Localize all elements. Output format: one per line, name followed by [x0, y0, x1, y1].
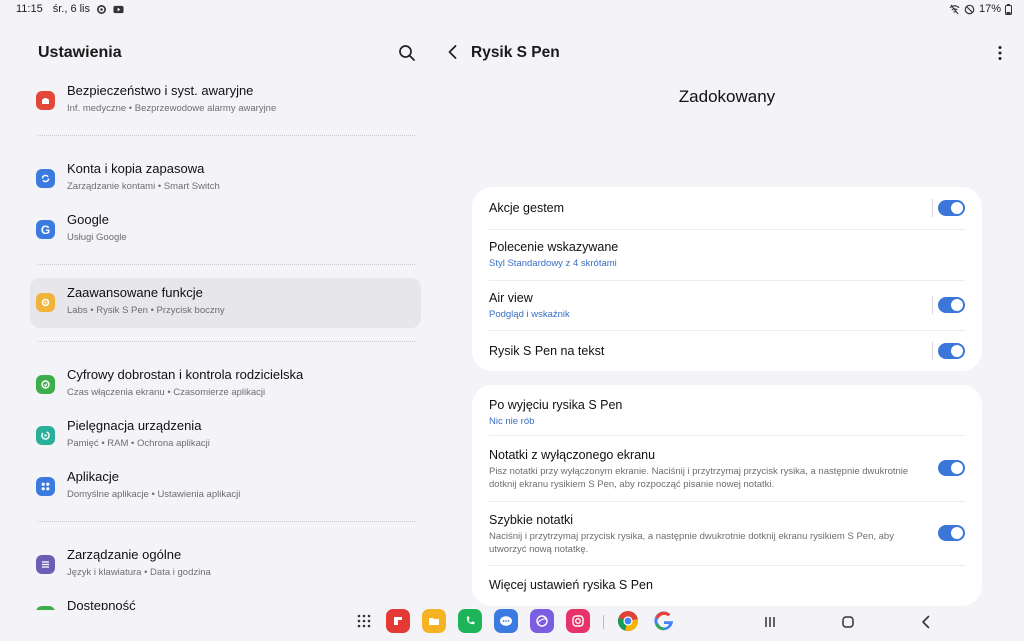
- more-options-icon[interactable]: [992, 44, 1008, 62]
- divider: [38, 135, 415, 136]
- settings-item-title: Bezpieczeństwo i syst. awaryjne: [67, 83, 254, 98]
- divider: [932, 199, 933, 217]
- page-title: Rysik S Pen: [471, 44, 560, 61]
- settings-item-title: Zarządzanie ogólne: [67, 547, 182, 562]
- spen-settings-card-1: Akcje gestem Polecenie wskazywane Styl S…: [472, 187, 982, 371]
- flipboard-icon[interactable]: [386, 609, 410, 633]
- settings-item-subtitle: Domyślne aplikacje • Ustawienia aplikacj…: [67, 489, 241, 500]
- setting-row-air-view[interactable]: Air view Podgląd i wskaźnik: [472, 280, 982, 330]
- advanced-features-icon: [36, 293, 55, 312]
- status-bar: 11:15 śr., 6 lis 17%: [0, 0, 1024, 20]
- battery-percent: 17%: [978, 3, 1001, 15]
- chrome-icon[interactable]: [616, 609, 640, 633]
- setting-row-gestures[interactable]: Akcje gestem: [472, 187, 982, 229]
- nav-back-icon[interactable]: [918, 614, 934, 630]
- setting-value: Podgląd i wskaźnik: [489, 309, 570, 320]
- pen-state-heading: Zadokowany: [678, 87, 776, 106]
- settings-item-wellbeing[interactable]: Cyfrowy dobrostan i kontrola rodzicielsk…: [30, 360, 421, 410]
- setting-row-air-command[interactable]: Polecenie wskazywane Styl Standardowy z …: [472, 229, 982, 280]
- settings-item-device-care[interactable]: Pielęgnacja urządzenia Pamięć • RAM • Oc…: [30, 411, 421, 461]
- divider: [38, 341, 415, 342]
- settings-item-safety[interactable]: Bezpieczeństwo i syst. awaryjne Inf. med…: [30, 76, 421, 126]
- setting-value: Nic nie rób: [489, 416, 535, 427]
- spen-settings-card-2: Po wyjęciu rysika S Pen Nic nie rób Nota…: [472, 385, 982, 606]
- setting-title: Szybkie notatki: [489, 513, 574, 527]
- camera-icon[interactable]: [566, 609, 590, 633]
- wifi-off-icon: [949, 4, 960, 14]
- internet-icon[interactable]: [530, 609, 554, 633]
- files-icon[interactable]: [422, 609, 446, 633]
- setting-title: Polecenie wskazywane: [489, 240, 619, 254]
- settings-item-title: Zaawansowane funkcje: [67, 285, 203, 300]
- screen-off-memo-toggle[interactable]: [938, 460, 965, 476]
- wellbeing-icon: [36, 375, 55, 394]
- gestures-toggle[interactable]: [938, 200, 965, 216]
- settings-item-title: Konta i kopia zapasowa: [67, 161, 205, 176]
- settings-item-subtitle: Pamięć • RAM • Ochrona aplikacji: [67, 438, 210, 449]
- status-date: śr., 6 lis: [52, 3, 91, 15]
- settings-item-subtitle: Język i klawiatura • Data i godzina: [67, 567, 211, 578]
- app-drawer-icon[interactable]: [352, 609, 376, 633]
- air-view-toggle[interactable]: [938, 297, 965, 313]
- settings-list-pane: Ustawienia Bezpieczeństwo i syst. awaryj…: [0, 20, 440, 610]
- do-not-disturb-icon: [964, 4, 975, 14]
- setting-description: Naciśnij i przytrzymaj przycisk rysika, …: [489, 531, 894, 555]
- youtube-notification-icon: [113, 5, 124, 13]
- google-app-icon[interactable]: [652, 609, 676, 633]
- setting-title: Air view: [489, 291, 533, 305]
- general-management-icon: [36, 555, 55, 574]
- settings-item-advanced-features[interactable]: Zaawansowane funkcje Labs • Rysik S Pen …: [30, 278, 421, 328]
- apps-icon: [36, 477, 55, 496]
- search-icon[interactable]: [396, 42, 418, 64]
- settings-item-accounts[interactable]: Konta i kopia zapasowa Zarządzanie konta…: [30, 154, 421, 204]
- settings-item-title: Pielęgnacja urządzenia: [67, 418, 202, 433]
- setting-title: Akcje gestem: [489, 201, 565, 215]
- setting-title: Więcej ustawień rysika S Pen: [489, 578, 653, 592]
- emergency-icon: [36, 91, 55, 110]
- settings-title: Ustawienia: [38, 44, 122, 61]
- setting-row-pen-to-text[interactable]: Rysik S Pen na tekst: [472, 330, 982, 371]
- taskbar-divider: [603, 615, 604, 629]
- divider: [38, 264, 415, 265]
- setting-title: Notatki z wyłączonego ekranu: [489, 448, 656, 462]
- settings-item-apps[interactable]: Aplikacje Domyślne aplikacje • Ustawieni…: [30, 462, 421, 512]
- setting-row-quick-notes[interactable]: Szybkie notatki Naciśnij i przytrzymaj p…: [472, 501, 982, 565]
- quick-notes-toggle[interactable]: [938, 525, 965, 541]
- recent-apps-icon[interactable]: [762, 614, 778, 630]
- google-icon: G: [36, 220, 55, 239]
- settings-item-title: Cyfrowy dobrostan i kontrola rodzicielsk…: [67, 367, 304, 382]
- status-time: 11:15: [16, 3, 43, 15]
- setting-row-screen-off-memo[interactable]: Notatki z wyłączonego ekranu Pisz notatk…: [472, 435, 982, 501]
- settings-item-subtitle: Zarządzanie kontami • Smart Switch: [67, 181, 220, 192]
- back-arrow-icon[interactable]: [444, 43, 462, 61]
- phone-icon[interactable]: [458, 609, 482, 633]
- settings-item-title: Aplikacje: [67, 469, 120, 484]
- home-icon[interactable]: [840, 614, 856, 630]
- sync-icon: [36, 169, 55, 188]
- setting-description: Pisz notatki przy wyłączonym ekranie. Na…: [489, 466, 909, 490]
- divider: [38, 521, 415, 522]
- settings-item-subtitle: Usługi Google: [67, 232, 127, 243]
- settings-item-subtitle: Labs • Rysik S Pen • Przycisk boczny: [67, 305, 225, 316]
- pen-to-text-toggle[interactable]: [938, 343, 965, 359]
- messages-icon[interactable]: [494, 609, 518, 633]
- battery-icon: [1005, 3, 1012, 15]
- setting-value: Styl Standardowy z 4 skrótami: [489, 258, 617, 269]
- divider: [932, 296, 933, 314]
- device-care-icon: [36, 426, 55, 445]
- taskbar: [0, 605, 1024, 641]
- settings-item-google[interactable]: G Google Usługi Google: [30, 205, 421, 255]
- setting-title: Rysik S Pen na tekst: [489, 344, 605, 358]
- divider: [932, 342, 933, 360]
- settings-item-general-management[interactable]: Zarządzanie ogólne Język i klawiatura • …: [30, 540, 421, 590]
- settings-item-subtitle: Czas włączenia ekranu • Czasomierze apli…: [67, 387, 266, 398]
- setting-row-when-removed[interactable]: Po wyjęciu rysika S Pen Nic nie rób: [472, 385, 982, 435]
- settings-notification-icon: [97, 4, 107, 14]
- settings-item-title: Google: [67, 212, 109, 227]
- setting-row-more-spen-settings[interactable]: Więcej ustawień rysika S Pen: [472, 565, 982, 606]
- setting-title: Po wyjęciu rysika S Pen: [489, 398, 623, 412]
- settings-item-subtitle: Inf. medyczne • Bezprzewodowe alarmy awa…: [67, 103, 277, 114]
